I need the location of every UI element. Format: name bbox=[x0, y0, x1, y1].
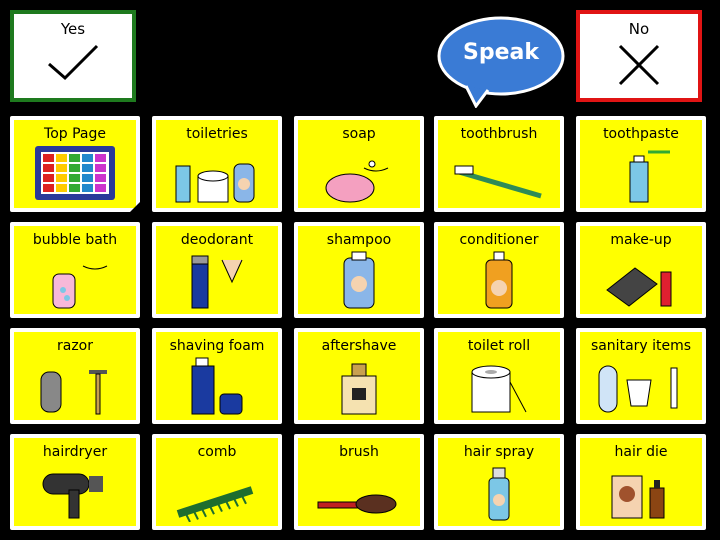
tile-label: toothbrush bbox=[460, 126, 538, 142]
tile-face: toothbrush bbox=[438, 120, 560, 208]
tile-face: conditioner bbox=[438, 226, 560, 314]
tile-label: toothpaste bbox=[603, 126, 679, 142]
tile-conditioner[interactable]: conditioner bbox=[434, 222, 564, 318]
tile-soap[interactable]: soap bbox=[294, 116, 424, 212]
speak-button[interactable]: Speak bbox=[436, 10, 566, 109]
tile-aftershave[interactable]: aftershave bbox=[294, 328, 424, 424]
tile-toothbrush[interactable]: toothbrush bbox=[434, 116, 564, 212]
tile-label: razor bbox=[56, 338, 93, 354]
tile-face: aftershave bbox=[298, 332, 420, 420]
tile-face: razor bbox=[14, 332, 136, 420]
no-button[interactable]: No bbox=[576, 10, 702, 102]
tile-label: comb bbox=[197, 444, 237, 460]
tile-toothpaste[interactable]: toothpaste bbox=[576, 116, 706, 212]
tile-brush[interactable]: brush bbox=[294, 434, 424, 530]
tile-label: bubble bath bbox=[32, 232, 118, 248]
tile-face: make-up bbox=[580, 226, 702, 314]
tile-toiletries[interactable]: toiletries bbox=[152, 116, 282, 212]
tile-hairdryer[interactable]: hairdryer bbox=[10, 434, 140, 530]
tile-face: toiletries bbox=[156, 120, 278, 208]
cross-icon bbox=[618, 44, 660, 86]
tile-sanitary-items[interactable]: sanitary items bbox=[576, 328, 706, 424]
speak-label: Speak bbox=[463, 40, 539, 65]
tile-shampoo[interactable]: shampoo bbox=[294, 222, 424, 318]
yes-label: Yes bbox=[60, 20, 86, 38]
tile-face: bubble bath bbox=[14, 226, 136, 314]
tile-label: soap bbox=[342, 126, 376, 142]
tile-shaving-foam[interactable]: shaving foam bbox=[152, 328, 282, 424]
tile-hair-die[interactable]: hair die bbox=[576, 434, 706, 530]
tile-label: Top Page bbox=[44, 126, 106, 142]
tile-label: hair spray bbox=[463, 444, 535, 460]
tile-label: hairdryer bbox=[42, 444, 108, 460]
tile-face: comb bbox=[156, 438, 278, 526]
tile-bubble-bath[interactable]: bubble bath bbox=[10, 222, 140, 318]
tile-face: hair die bbox=[580, 438, 702, 526]
tile-face: toilet roll bbox=[438, 332, 560, 420]
tile-comb[interactable]: comb bbox=[152, 434, 282, 530]
tile-label: aftershave bbox=[321, 338, 397, 354]
tile-label: hair die bbox=[614, 444, 668, 460]
check-icon bbox=[48, 44, 99, 81]
tile-label: toilet roll bbox=[467, 338, 531, 354]
tile-face: toothpaste bbox=[580, 120, 702, 208]
yes-button[interactable]: Yes bbox=[10, 10, 136, 102]
no-label: No bbox=[628, 20, 650, 38]
tile-face: hair spray bbox=[438, 438, 560, 526]
tile-label: brush bbox=[339, 444, 379, 460]
tile-label: make-up bbox=[610, 232, 672, 248]
tile-top-page[interactable]: Top Page bbox=[10, 116, 144, 216]
tile-face: sanitary items bbox=[580, 332, 702, 420]
page-fold-corner bbox=[126, 198, 144, 216]
tile-hair-spray[interactable]: hair spray bbox=[434, 434, 564, 530]
tile-label: sanitary items bbox=[590, 338, 692, 354]
tile-face: soap bbox=[298, 120, 420, 208]
tile-label: shaving foam bbox=[169, 338, 265, 354]
tile-toilet-roll[interactable]: toilet roll bbox=[434, 328, 564, 424]
tile-face: deodorant bbox=[156, 226, 278, 314]
tile-label: conditioner bbox=[459, 232, 539, 248]
tile-deodorant[interactable]: deodorant bbox=[152, 222, 282, 318]
tile-face: shaving foam bbox=[156, 332, 278, 420]
tile-face: Top Page bbox=[14, 120, 136, 208]
tile-face: shampoo bbox=[298, 226, 420, 314]
tile-razor[interactable]: razor bbox=[10, 328, 140, 424]
tile-label: shampoo bbox=[326, 232, 392, 248]
tile-label: deodorant bbox=[180, 232, 254, 248]
tile-face: hairdryer bbox=[14, 438, 136, 526]
tile-label: toiletries bbox=[186, 126, 248, 142]
tile-make-up[interactable]: make-up bbox=[576, 222, 706, 318]
tile-face: brush bbox=[298, 438, 420, 526]
